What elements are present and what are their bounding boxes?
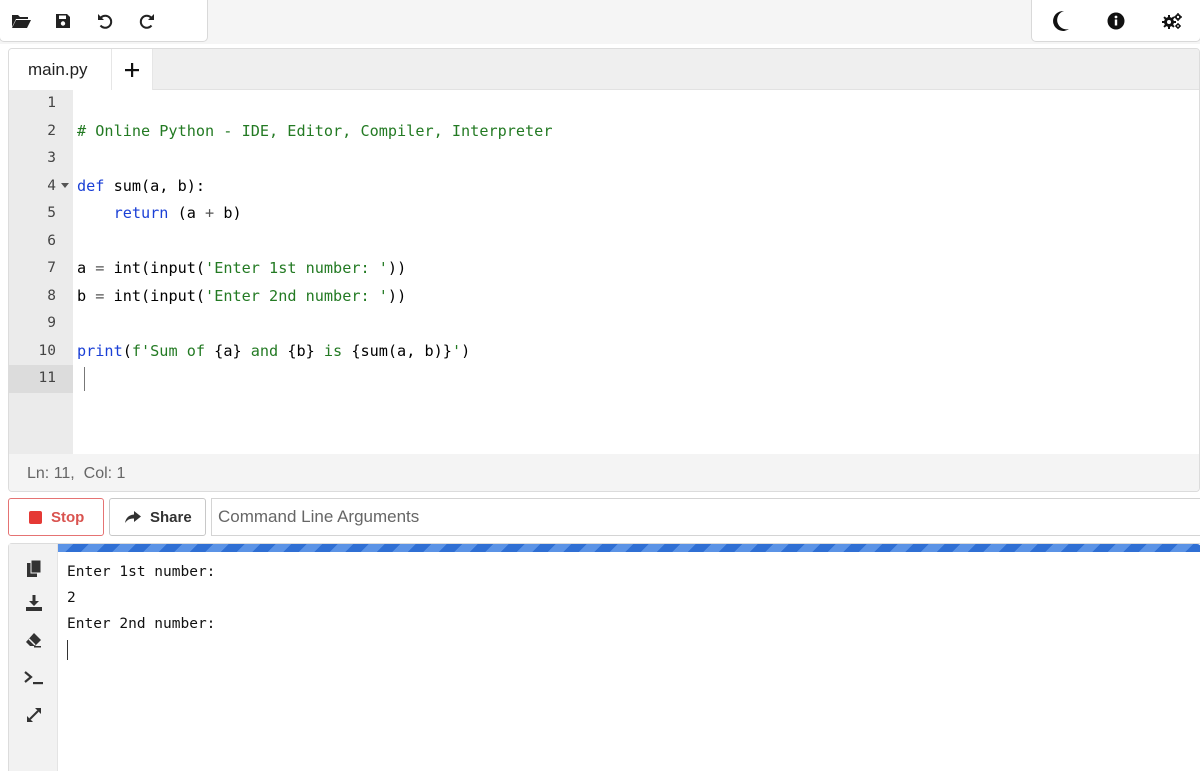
tab-main-py[interactable]: main.py xyxy=(9,49,112,90)
expand-arrows-icon xyxy=(26,708,41,722)
settings-gears-icon xyxy=(1162,12,1182,29)
code-token: return xyxy=(113,204,169,222)
line-number: 3 xyxy=(47,150,56,166)
download-output-button[interactable] xyxy=(9,585,58,621)
code-token: )) xyxy=(387,259,407,277)
add-file-button[interactable] xyxy=(112,49,153,90)
code-line: def sum(a, b): xyxy=(77,173,205,201)
save-button[interactable] xyxy=(42,0,84,42)
code-token: ) xyxy=(461,341,471,360)
fold-caret-icon xyxy=(61,183,69,189)
code-line: print(f'Sum of {a} and {b} is {sum(a, b)… xyxy=(77,338,470,366)
run-bar: Stop Share xyxy=(0,494,1200,542)
share-label: Share xyxy=(150,508,192,526)
code-line: return (a + b) xyxy=(77,200,242,228)
code-token: {b} xyxy=(287,341,315,360)
redo-icon xyxy=(139,13,154,29)
line-number: 10 xyxy=(38,342,56,359)
undo-button[interactable] xyxy=(84,0,126,42)
line-number: 7 xyxy=(47,260,56,276)
code-line: b = int(input('Enter 2nd number: ')) xyxy=(77,283,406,311)
command-line-arguments-input[interactable] xyxy=(211,498,1200,536)
line-number: 1 xyxy=(47,95,56,111)
code-token: 'Enter 1st number: ' xyxy=(205,259,388,277)
code-token: b) xyxy=(214,204,242,222)
stop-square-icon xyxy=(29,510,42,524)
code-token: + xyxy=(205,204,215,222)
line-number: 8 xyxy=(47,287,56,304)
tab-label: main.py xyxy=(28,59,88,79)
code-token: (a xyxy=(168,204,206,222)
code-line: a = int(input('Enter 1st number: ')) xyxy=(77,255,406,283)
code-token: ' xyxy=(451,341,462,360)
redo-button[interactable] xyxy=(126,0,168,42)
line-number: 6 xyxy=(47,232,56,249)
copy-output-button[interactable] xyxy=(9,550,58,586)
active-line-highlight xyxy=(73,365,1199,393)
line-number: 5 xyxy=(47,205,56,221)
stop-label: Stop xyxy=(51,508,85,526)
code-token: 'Enter 2nd number: ' xyxy=(205,286,388,305)
execution-progress-bar xyxy=(58,544,1200,552)
terminal-prompt-icon xyxy=(23,671,43,685)
code-token: sum(a, b): xyxy=(104,176,206,195)
code-token: )) xyxy=(387,286,407,305)
text-cursor xyxy=(84,367,85,391)
terminal-button[interactable] xyxy=(9,660,58,696)
share-arrow-icon xyxy=(125,510,141,523)
view-actions-group xyxy=(1031,0,1200,42)
info-icon xyxy=(1107,12,1125,29)
open-folder-icon xyxy=(12,14,31,28)
file-tab-bar: main.py xyxy=(9,49,1199,90)
expand-console-button[interactable] xyxy=(9,697,58,733)
console-panel: Enter 1st number: 2 Enter 2nd number: xyxy=(8,543,1200,771)
console-line: Enter 2nd number: xyxy=(67,616,216,632)
code-token: and xyxy=(241,341,288,360)
code-token: print xyxy=(77,341,123,360)
line-number: 2 xyxy=(47,122,56,139)
dark-mode-button[interactable] xyxy=(1032,0,1088,42)
console-line: 2 xyxy=(67,590,76,606)
fold-toggle[interactable] xyxy=(60,173,70,201)
stop-button[interactable]: Stop xyxy=(8,498,104,536)
clear-output-button[interactable] xyxy=(9,622,58,658)
code-token: f'Sum of xyxy=(131,341,215,360)
plus-icon xyxy=(125,62,139,77)
dark-mode-moon-icon xyxy=(1053,10,1069,31)
code-token: int(input( xyxy=(104,286,206,305)
editor-status-bar: Ln: 11, Col: 1 xyxy=(9,454,1199,491)
code-token: {a} xyxy=(214,341,242,360)
copy-icon xyxy=(26,559,41,577)
console-sidebar xyxy=(9,544,58,771)
info-button[interactable] xyxy=(1088,0,1144,42)
code-token: a xyxy=(77,259,96,277)
code-token: # Online Python - IDE, Editor, Compiler,… xyxy=(77,121,553,140)
line-number-gutter: 1 2 3 4 5 6 7 8 9 10 11 xyxy=(9,90,73,454)
share-button[interactable]: Share xyxy=(109,498,206,536)
line-number: 9 xyxy=(47,315,56,331)
cursor-position: Ln: 11, Col: 1 xyxy=(27,464,126,482)
eraser-icon xyxy=(26,632,41,647)
save-icon xyxy=(56,13,70,28)
code-token: b xyxy=(77,286,96,305)
code-line: # Online Python - IDE, Editor, Compiler,… xyxy=(77,118,552,146)
settings-button[interactable] xyxy=(1144,0,1200,42)
code-token: def xyxy=(77,176,105,195)
code-token: int(input( xyxy=(104,259,206,277)
file-actions-group xyxy=(0,0,208,42)
editor-panel: main.py 1 2 3 4 5 6 7 8 9 10 11 # Online Python - … xyxy=(8,48,1200,492)
code-token: ( xyxy=(122,341,132,360)
console-input-cursor xyxy=(67,640,68,660)
code-token: is xyxy=(314,341,352,360)
code-token: {sum(a, b)} xyxy=(351,341,452,360)
top-toolbar xyxy=(0,0,1200,44)
download-icon xyxy=(25,595,42,611)
line-number: 11 xyxy=(9,365,73,393)
code-editor[interactable]: 1 2 3 4 5 6 7 8 9 10 11 # Online Python - IDE, Edi… xyxy=(9,90,1199,454)
undo-icon xyxy=(98,13,113,29)
open-folder-button[interactable] xyxy=(0,0,42,42)
console-line: Enter 1st number: xyxy=(67,564,216,580)
